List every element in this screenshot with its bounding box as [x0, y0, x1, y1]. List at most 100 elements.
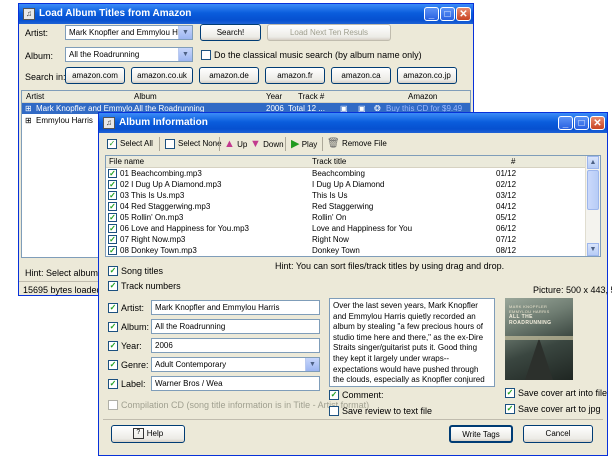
artist-label: Artist:	[25, 28, 49, 38]
store-amazon-co-uk-button[interactable]: amazon.co.uk	[131, 67, 193, 84]
artist-field-label: Artist:	[121, 303, 145, 313]
arrow-down-icon: ▼	[250, 138, 261, 150]
col-track-title[interactable]: Track title	[312, 156, 346, 167]
track-row[interactable]: ✓ 07 Right Now.mp3 Right Now 07/12	[106, 234, 586, 245]
chevron-down-icon[interactable]: ▼	[305, 358, 319, 371]
artist-field-checkbox[interactable]: ✓	[108, 303, 118, 313]
minimize-icon[interactable]: _	[558, 116, 573, 130]
track-row[interactable]: ✓ 03 This Is Us.mp3 This Is Us 03/12	[106, 190, 586, 201]
track-checkbox[interactable]: ✓	[108, 235, 117, 244]
app-icon: ♫	[23, 8, 35, 20]
track-checkbox[interactable]: ✓	[108, 213, 117, 222]
cover-art-image[interactable]: MARK KNOPFLER EMMYLOU HARRIS ALL THE ROA…	[505, 298, 573, 380]
track-file-name: 04 Red Staggerwing.mp3	[120, 202, 211, 211]
album-field-label: Album:	[121, 322, 150, 332]
save-cover-file-checkbox[interactable]: ✓	[505, 388, 515, 398]
select-all-button[interactable]: ✓ Select All	[107, 137, 153, 151]
col-album[interactable]: Album	[134, 91, 157, 102]
main-title-bar[interactable]: ♫ Load Album Titles from Amazon _ □ ✕	[19, 4, 473, 24]
track-row[interactable]: ✓ 02 I Dug Up A Diamond.mp3 I Dug Up A Dia…	[106, 179, 586, 190]
album-information-window: ♫ Album Information _ □ ✕ ✓ Select All Se…	[98, 112, 612, 456]
search-button[interactable]: Search!	[200, 24, 261, 41]
album-field[interactable]: All the Roadrunning	[151, 319, 320, 334]
track-checkbox[interactable]: ✓	[108, 191, 117, 200]
artist-search-combo[interactable]: Mark Knopfler and Emmylou Harris ▼	[65, 25, 193, 40]
track-numbers-checkbox[interactable]: ✓	[108, 281, 118, 291]
store-amazon-co-jp-button[interactable]: amazon.co.jp	[397, 67, 457, 84]
store-amazon-fr-button[interactable]: amazon.fr	[265, 67, 325, 84]
close-icon[interactable]: ✕	[456, 7, 471, 21]
remove-file-button[interactable]: 🗑 Remove File	[327, 137, 387, 151]
scroll-thumb[interactable]	[587, 170, 599, 210]
load-next-ten-button[interactable]: Load Next Ten Resuls	[267, 24, 391, 41]
maximize-icon[interactable]: □	[574, 116, 589, 130]
write-tags-button[interactable]: Write Tags	[449, 425, 513, 443]
col-artist[interactable]: Artist	[26, 91, 44, 102]
track-checkbox[interactable]: ✓	[108, 224, 117, 233]
expand-icon[interactable]: ⊞	[25, 115, 32, 126]
save-review-checkbox[interactable]	[329, 406, 339, 416]
scroll-up-icon[interactable]: ▲	[587, 156, 599, 169]
play-icon: ▶	[291, 138, 300, 150]
move-up-button[interactable]: ▲ Up	[224, 137, 247, 151]
col-track-number[interactable]: #	[511, 156, 515, 167]
move-down-button[interactable]: ▼ Down	[250, 137, 284, 151]
col-file-name[interactable]: File name	[109, 156, 144, 167]
track-number: 02/12	[496, 180, 517, 189]
result-artist: Emmylou Harris	[36, 116, 93, 125]
track-checkbox[interactable]: ✓	[108, 169, 117, 178]
track-row[interactable]: ✓ 08 Donkey Town.mp3 Donkey Town 08/12	[106, 245, 586, 256]
track-title: Donkey Town	[312, 246, 360, 255]
genre-field-label: Genre:	[121, 360, 149, 370]
track-file-name: 03 This Is Us.mp3	[120, 191, 185, 200]
comment-checkbox[interactable]: ✓	[329, 390, 339, 400]
artist-field[interactable]: Mark Knopfler and Emmylou Harris	[151, 300, 320, 315]
track-file-name: 06 Love and Happiness for You.mp3	[120, 224, 249, 233]
save-cover-jpg-checkbox[interactable]: ✓	[505, 404, 515, 414]
cancel-button[interactable]: Cancel	[523, 425, 593, 443]
play-button[interactable]: ▶ Play	[291, 137, 317, 151]
select-none-button[interactable]: Select None	[165, 137, 222, 151]
track-checkbox[interactable]: ✓	[108, 246, 117, 255]
track-file-name: 02 I Dug Up A Diamond.mp3	[120, 180, 222, 189]
year-field-label: Year:	[121, 341, 142, 351]
genre-field-checkbox[interactable]: ✓	[108, 360, 118, 370]
year-field-checkbox[interactable]: ✓	[108, 341, 118, 351]
album-field-value: All the Roadrunning	[155, 322, 226, 331]
track-list[interactable]: File name Track title # ✓ 01 Beachcombing…	[105, 155, 601, 257]
minimize-icon[interactable]: _	[424, 7, 439, 21]
album-search-combo[interactable]: All the Roadrunning ▼	[65, 47, 193, 62]
album-title-bar[interactable]: ♫ Album Information _ □ ✕	[99, 113, 607, 133]
track-checkbox[interactable]: ✓	[108, 180, 117, 189]
maximize-icon[interactable]: □	[440, 7, 455, 21]
help-button[interactable]: ? Help	[111, 425, 185, 443]
track-row[interactable]: ✓ 06 Love and Happiness for You.mp3 Love a…	[106, 223, 586, 234]
col-amazon[interactable]: Amazon	[408, 91, 437, 102]
expand-icon[interactable]: ⊞	[25, 103, 32, 114]
track-row[interactable]: ✓ 05 Rollin' On.mp3 Rollin' On 05/12	[106, 212, 586, 223]
track-row[interactable]: ✓ 04 Red Staggerwing.mp3 Red Staggerwing 04…	[106, 201, 586, 212]
store-amazon-ca-button[interactable]: amazon.ca	[331, 67, 391, 84]
review-text[interactable]: Over the last seven years, Mark Knopfler…	[329, 298, 495, 387]
album-field-checkbox[interactable]: ✓	[108, 322, 118, 332]
store-amazon-com-button[interactable]: amazon.com	[65, 67, 125, 84]
label-field[interactable]: Warner Bros / Wea	[151, 376, 320, 391]
scroll-down-icon[interactable]: ▼	[587, 243, 599, 256]
store-amazon-de-button[interactable]: amazon.de	[199, 67, 259, 84]
classical-search-checkbox[interactable]	[201, 50, 211, 60]
chevron-down-icon[interactable]: ▼	[178, 48, 192, 61]
col-year[interactable]: Year	[266, 91, 282, 102]
col-track[interactable]: Track #	[298, 91, 324, 102]
close-icon[interactable]: ✕	[590, 116, 605, 130]
label-field-checkbox[interactable]: ✓	[108, 379, 118, 389]
track-row[interactable]: ✓ 01 Beachcombing.mp3 Beachcombing 01/12	[106, 168, 586, 179]
track-list-scrollbar[interactable]: ▲ ▼	[585, 156, 600, 256]
help-label: Help	[146, 429, 164, 438]
song-titles-checkbox[interactable]: ✓	[108, 266, 118, 276]
compilation-checkbox[interactable]	[108, 400, 118, 410]
track-number: 01/12	[496, 169, 517, 178]
year-field[interactable]: 2006	[151, 338, 320, 353]
track-checkbox[interactable]: ✓	[108, 202, 117, 211]
chevron-down-icon[interactable]: ▼	[178, 26, 192, 39]
genre-field[interactable]: Adult Contemporary ▼	[151, 357, 320, 372]
